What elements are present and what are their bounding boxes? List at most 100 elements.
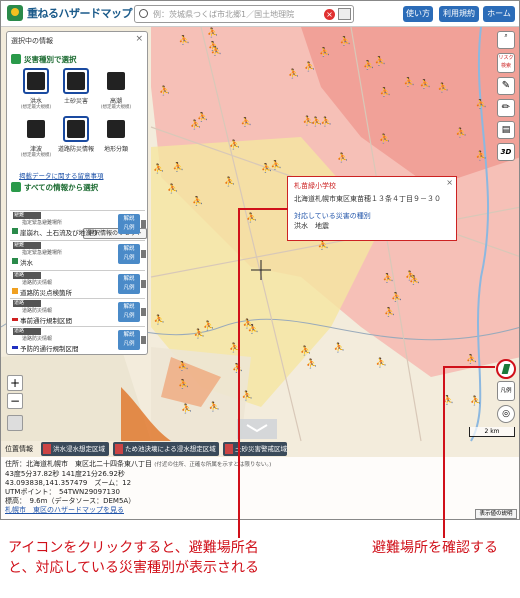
shelter-marker-icon[interactable]: ⛹ xyxy=(207,26,218,38)
legend-button[interactable]: 解説 凡例 xyxy=(118,244,140,264)
search-tool-icon[interactable]: ⌕ xyxy=(497,31,515,49)
zoom-out-button[interactable]: − xyxy=(7,393,23,409)
shelter-marker-icon[interactable]: ⛹ xyxy=(476,98,487,110)
shelter-marker-icon[interactable]: ⛹ xyxy=(476,150,487,162)
shelter-marker-icon[interactable]: ⛹ xyxy=(340,35,351,47)
zoom-in-button[interactable]: + xyxy=(7,375,23,391)
risk-search-button[interactable]: リスク 検索 xyxy=(497,53,515,73)
shelter-marker-icon[interactable]: ⛹ xyxy=(261,162,272,174)
shelter-marker-icon[interactable]: ⛹ xyxy=(197,111,208,123)
home-button[interactable]: ホーム xyxy=(483,6,515,22)
trash-icon[interactable] xyxy=(141,280,146,288)
entry-name: 事前通行規制区間 xyxy=(20,317,72,325)
shelter-marker-icon[interactable]: ⛹ xyxy=(178,378,189,390)
current-location-icon[interactable]: ◎ xyxy=(497,405,515,423)
shelter-marker-icon[interactable]: ⛹ xyxy=(181,402,192,414)
shelter-marker-icon[interactable]: ⛹ xyxy=(456,127,467,139)
shelter-marker-icon[interactable]: ⛹ xyxy=(470,395,481,407)
hazard-tsunami-button[interactable] xyxy=(23,116,49,142)
layer-button-flood[interactable]: 洪水浸水想定区域 xyxy=(41,442,109,456)
trash-icon[interactable] xyxy=(141,308,146,316)
shelter-marker-icon[interactable]: ⛹ xyxy=(243,317,254,329)
shelter-marker-icon[interactable]: ⛹ xyxy=(179,34,190,46)
shelter-marker-icon[interactable]: ⛹ xyxy=(383,272,394,284)
3d-button[interactable]: 3D xyxy=(497,143,515,161)
shelter-marker-icon[interactable]: ⛹ xyxy=(194,327,205,339)
shelter-marker-icon[interactable]: ⛹ xyxy=(337,152,348,164)
legend-button[interactable]: 解説 凡例 xyxy=(118,330,140,350)
shelter-marker-icon[interactable]: ⛹ xyxy=(334,342,345,354)
shelter-marker-icon[interactable]: ⛹ xyxy=(224,176,235,188)
shelter-marker-icon[interactable]: ⛹ xyxy=(466,353,477,365)
shelter-marker-icon[interactable]: ⛹ xyxy=(306,358,317,370)
shelter-marker-icon[interactable]: ⛹ xyxy=(153,163,164,175)
trash-icon[interactable] xyxy=(141,220,146,228)
shelter-address: 北海道札幌市東区東苗穂１３条４丁目９－３０ xyxy=(294,195,441,203)
city-hazardmap-link[interactable]: 札幌市 東区のハザードマップを見る xyxy=(5,506,517,515)
shelter-toggle-button[interactable] xyxy=(496,359,516,379)
select-all-heading[interactable]: すべての情報から選択 xyxy=(11,182,98,193)
toolbox-icon[interactable]: ▤ xyxy=(497,121,515,139)
hazard-landslide-button[interactable] xyxy=(63,68,89,94)
leader-line-right xyxy=(443,366,445,538)
app-title[interactable]: 重ねるハザードマップ xyxy=(27,5,133,21)
legend-button[interactable]: 解説 凡例 xyxy=(118,214,140,234)
legend-button[interactable]: 解説 凡例 xyxy=(118,302,140,322)
panel-close-icon[interactable]: × xyxy=(135,34,143,44)
hazard-road-button[interactable] xyxy=(63,116,89,142)
hazard-flood-button[interactable] xyxy=(23,68,49,94)
shelter-marker-icon[interactable]: ⛹ xyxy=(208,40,219,52)
layer-button-sediment[interactable]: 土砂災害警戒区域 xyxy=(223,442,287,456)
shelter-marker-icon[interactable]: ⛹ xyxy=(173,161,184,173)
hazard-stormsurge-button[interactable] xyxy=(103,68,129,94)
shelter-marker-icon[interactable]: ⛹ xyxy=(154,313,165,325)
shelter-marker-icon[interactable]: ⛹ xyxy=(319,46,330,58)
shelter-marker-icon[interactable]: ⛹ xyxy=(375,55,386,67)
shelter-marker-icon[interactable]: ⛹ xyxy=(363,59,374,71)
shelter-marker-icon[interactable]: ⛹ xyxy=(304,60,315,72)
shelter-marker-icon[interactable]: ⛹ xyxy=(229,139,240,151)
shelter-marker-icon[interactable]: ⛹ xyxy=(241,116,252,128)
pencil-icon[interactable]: ✏ xyxy=(497,99,515,117)
shelter-marker-icon[interactable]: ⛹ xyxy=(192,195,203,207)
shelter-marker-icon[interactable]: ⛹ xyxy=(178,360,189,372)
shelter-marker-icon[interactable]: ⛹ xyxy=(438,81,449,93)
help-button[interactable]: 使い方 xyxy=(403,6,433,22)
shelter-marker-icon[interactable]: ⛹ xyxy=(300,345,311,357)
clear-search-icon[interactable]: × xyxy=(324,9,335,20)
legend-tool-button[interactable]: 凡例 xyxy=(497,381,515,401)
shelter-marker-icon[interactable]: ⛹ xyxy=(311,116,322,128)
shelter-marker-icon[interactable]: ⛹ xyxy=(159,85,170,97)
shelter-marker-icon[interactable]: ⛹ xyxy=(420,78,431,90)
trash-icon[interactable] xyxy=(141,336,146,344)
hazard-terrain-button[interactable] xyxy=(103,116,129,142)
draw-pen-icon[interactable]: ✎ xyxy=(497,77,515,95)
shelter-marker-icon[interactable]: ⛹ xyxy=(246,212,257,224)
collapse-handle[interactable] xyxy=(237,419,277,439)
layer-button-reservoir[interactable]: ため池決壊による浸水想定区域 xyxy=(113,442,219,456)
shelter-marker-icon[interactable]: ⛹ xyxy=(384,306,395,318)
basemap-toggle-icon[interactable] xyxy=(7,415,23,431)
shelter-marker-icon[interactable]: ⛹ xyxy=(404,76,415,88)
shelter-marker-icon[interactable]: ⛹ xyxy=(242,389,253,401)
terms-button[interactable]: 利用規約 xyxy=(439,6,479,22)
shelter-marker-icon[interactable]: ⛹ xyxy=(288,67,299,79)
shelter-marker-icon[interactable]: ⛹ xyxy=(167,183,178,195)
shelter-marker-icon[interactable]: ⛹ xyxy=(405,269,416,281)
trash-icon[interactable] xyxy=(141,250,146,258)
shelter-marker-icon[interactable]: ⛹ xyxy=(379,133,390,145)
shelter-marker-icon[interactable]: ⛹ xyxy=(376,356,387,368)
caption-left-line2: と、対応している災害種別が表示される xyxy=(8,560,260,576)
shelter-marker-icon[interactable]: ⛹ xyxy=(203,320,214,332)
popup-close-icon[interactable]: × xyxy=(446,178,453,187)
legend-button[interactable]: 解説 凡例 xyxy=(118,274,140,294)
shelter-marker-icon[interactable]: ⛹ xyxy=(271,159,282,171)
app-logo-icon[interactable] xyxy=(7,5,23,21)
search-go-button[interactable] xyxy=(338,8,351,20)
shelter-marker-icon[interactable]: ⛹ xyxy=(209,401,220,413)
explain-values-button[interactable]: 表示値の説明 xyxy=(475,509,517,519)
search-input[interactable]: 例：茨城県つくば市北郷1／国土地理院 × xyxy=(134,5,354,23)
shelter-marker-icon[interactable]: ⛹ xyxy=(380,86,391,98)
shelter-marker-icon[interactable]: ⛹ xyxy=(391,291,402,303)
data-notes-link[interactable]: 揭載データに関する留意事項 xyxy=(19,170,104,180)
